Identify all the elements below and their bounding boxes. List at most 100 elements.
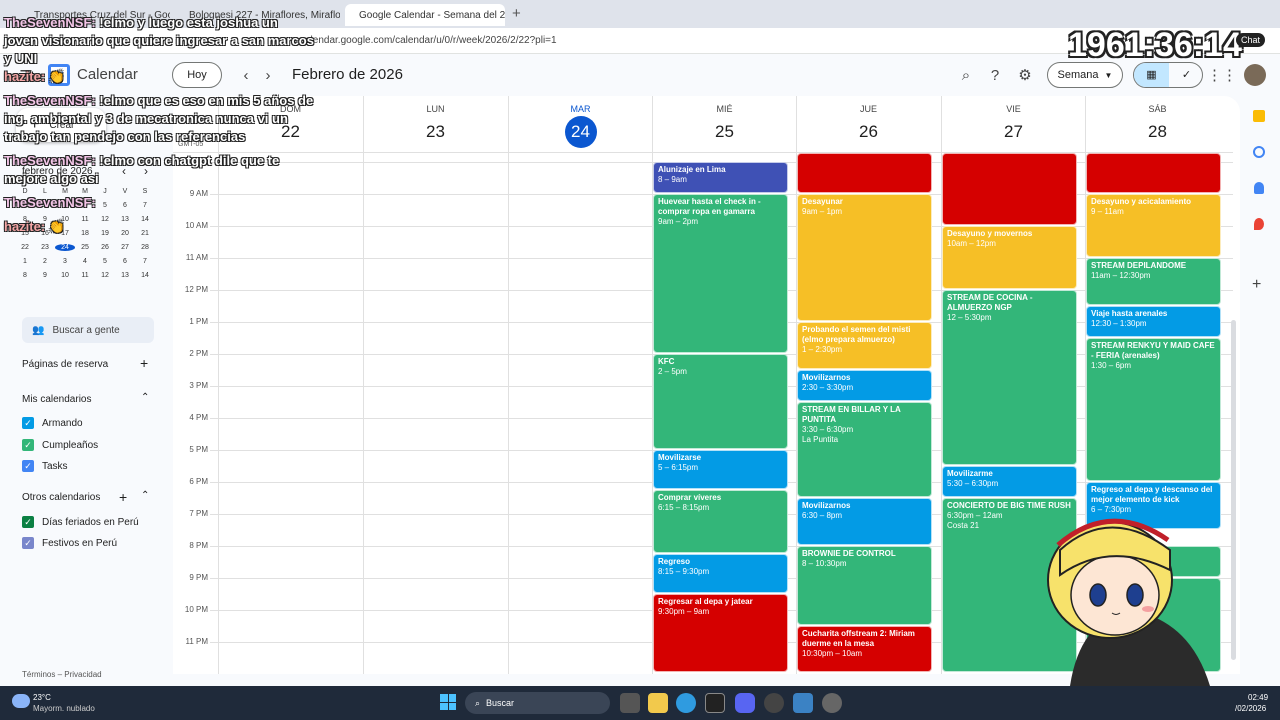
calendar-item-festivos[interactable]: ✓ Festivos en Perú xyxy=(22,537,117,549)
calendar-event[interactable]: STREAM DEPILANDOME 11am – 12:30pm xyxy=(1086,258,1221,305)
edge-icon[interactable] xyxy=(676,693,696,713)
calendar-item-tasks[interactable]: ✓ Tasks xyxy=(22,460,68,472)
calendar-event[interactable]: Viaje hasta arenales 12:30 – 1:30pm xyxy=(1086,306,1221,337)
mini-day[interactable]: 14 xyxy=(135,272,155,279)
calendar-tasks-toggle[interactable]: ▦ ✓ xyxy=(1133,62,1203,88)
chevron-up-icon[interactable]: ⌃ xyxy=(141,490,149,501)
url-text[interactable]: calendar.google.com/calendar/u/0/r/week/… xyxy=(300,35,557,46)
calendar-event[interactable]: Alunizaje en Lima 8 – 9am xyxy=(653,162,788,193)
view-selector[interactable]: Semana ▼ xyxy=(1047,62,1123,88)
mini-day[interactable]: 23 xyxy=(35,244,55,251)
mini-day[interactable]: 28 xyxy=(135,244,155,251)
mini-day[interactable]: 8 xyxy=(15,272,35,279)
add-addon-icon[interactable]: + xyxy=(1252,276,1261,294)
clock-date[interactable]: /02/2026 xyxy=(1235,704,1266,713)
mini-day[interactable]: 10 xyxy=(55,272,75,279)
keep-icon[interactable] xyxy=(1253,110,1265,122)
tasks-view-icon[interactable]: ✓ xyxy=(1169,63,1202,87)
weather-desc[interactable]: Mayorm. nublado xyxy=(33,704,95,713)
apps-grid-icon[interactable]: ⋮⋮ xyxy=(1207,63,1237,87)
add-calendar-icon[interactable]: + xyxy=(119,489,127,505)
photos-icon[interactable] xyxy=(793,693,813,713)
checkbox-icon[interactable]: ✓ xyxy=(22,460,34,472)
file-explorer-icon[interactable] xyxy=(648,693,668,713)
day-number[interactable]: 27 xyxy=(998,116,1030,148)
clock-time[interactable]: 02:49 xyxy=(1248,693,1268,702)
chevron-up-icon[interactable]: ⌃ xyxy=(141,392,149,403)
calendar-item-armando[interactable]: ✓ Armando xyxy=(22,417,83,429)
scrollbar[interactable] xyxy=(1231,320,1236,660)
settings-gear-icon[interactable]: ⚙ xyxy=(1013,63,1037,87)
mini-day[interactable]: 24 xyxy=(55,244,75,251)
day-number[interactable]: 23 xyxy=(420,116,452,148)
calendar-event[interactable]: STREAM DE COCINA - ALMUERZO NGP 12 – 5:30… xyxy=(942,290,1077,465)
calendar-event[interactable]: Movilizarnos 2:30 – 3:30pm xyxy=(797,370,932,401)
calendar-event[interactable]: Movilizarnos 6:30 – 8pm xyxy=(797,498,932,545)
calendar-event[interactable]: Probando el semen del misti (elmo prepar… xyxy=(797,322,932,369)
calendar-event[interactable]: Regreso 8:15 – 9:30pm xyxy=(653,554,788,593)
task-view-icon[interactable] xyxy=(620,693,640,713)
mini-day[interactable]: 26 xyxy=(95,244,115,251)
calendar-event[interactable]: Movilizarme 5:30 – 6:30pm xyxy=(942,466,1077,497)
calendar-event[interactable] xyxy=(1086,153,1221,193)
calendar-event[interactable]: BROWNIE DE CONTROL 8 – 10:30pm xyxy=(797,546,932,625)
mini-day[interactable]: 1 xyxy=(15,258,35,265)
help-icon[interactable]: ? xyxy=(983,63,1007,87)
mini-day[interactable]: 5 xyxy=(95,258,115,265)
chat-button[interactable]: Chat xyxy=(1236,33,1266,47)
calendar-event[interactable]: Huevear hasta el check in - comprar ropa… xyxy=(653,194,788,353)
calendar-event[interactable]: STREAM RENKYU Y MAID CAFE - FERIA (arena… xyxy=(1086,338,1221,481)
mini-day[interactable]: 9 xyxy=(35,272,55,279)
contacts-icon[interactable] xyxy=(1254,182,1264,194)
checkbox-icon[interactable]: ✓ xyxy=(22,537,34,549)
add-booking-page-icon[interactable]: + xyxy=(140,355,148,371)
start-icon[interactable] xyxy=(440,694,456,710)
calendar-event[interactable]: STREAM EN BILLAR Y LA PUNTITA 3:30 – 6:30… xyxy=(797,402,932,497)
day-number[interactable]: 25 xyxy=(709,116,741,148)
calendar-event[interactable]: Cucharita offstream 2: Miriam duerme en … xyxy=(797,626,932,672)
calendar-event[interactable]: Comprar víveres 6:15 – 8:15pm xyxy=(653,490,788,553)
calendar-event[interactable]: Regresar al depa y jatear 9:30pm – 9am xyxy=(653,594,788,672)
search-icon[interactable]: ⌕ xyxy=(954,63,978,87)
mini-day[interactable]: 12 xyxy=(95,272,115,279)
calendar-item-feriados[interactable]: ✓ Días feriados en Perú xyxy=(22,516,139,528)
capcut-icon[interactable] xyxy=(705,693,725,713)
mini-day[interactable]: 27 xyxy=(115,244,135,251)
other-calendars-title[interactable]: Otros calendarios xyxy=(22,492,100,503)
calendar-event[interactable]: Desayunar 9am – 1pm xyxy=(797,194,932,321)
calendar-view-icon[interactable]: ▦ xyxy=(1134,63,1169,87)
checkbox-icon[interactable]: ✓ xyxy=(22,417,34,429)
weather-icon[interactable] xyxy=(12,694,30,708)
mini-day[interactable]: 22 xyxy=(15,244,35,251)
checkbox-icon[interactable]: ✓ xyxy=(22,439,34,451)
day-number[interactable]: 28 xyxy=(1142,116,1174,148)
checkbox-icon[interactable]: ✓ xyxy=(22,516,34,528)
mini-day[interactable]: 3 xyxy=(55,258,75,265)
mini-day[interactable]: 25 xyxy=(75,244,95,251)
tasks-icon[interactable] xyxy=(1253,146,1265,158)
terms-privacy-link[interactable]: Términos – Privacidad xyxy=(22,670,102,679)
mini-day[interactable]: 2 xyxy=(35,258,55,265)
weather-temp[interactable]: 23°C xyxy=(33,693,51,702)
mini-day[interactable]: 7 xyxy=(135,258,155,265)
calendar-event[interactable]: Desayuno y movernos 10am – 12pm xyxy=(942,226,1077,289)
settings-gear-icon[interactable] xyxy=(822,693,842,713)
mini-day[interactable]: 6 xyxy=(115,258,135,265)
day-number[interactable]: 26 xyxy=(853,116,885,148)
mini-day[interactable]: 13 xyxy=(115,272,135,279)
tab-google-calendar[interactable]: Google Calendar - Semana del 22✕ xyxy=(345,4,505,26)
calendar-event[interactable] xyxy=(797,153,932,193)
maps-icon[interactable] xyxy=(1254,218,1264,230)
mini-day[interactable]: 11 xyxy=(75,272,95,279)
obs-icon[interactable] xyxy=(764,693,784,713)
search-people-input[interactable]: 👥 Buscar a gente xyxy=(22,317,154,343)
avatar[interactable] xyxy=(1244,64,1266,86)
calendar-item-cumpleanos[interactable]: ✓ Cumpleaños xyxy=(22,439,98,451)
calendar-event[interactable]: Desayuno y acicalamiento 9 – 11am xyxy=(1086,194,1221,257)
calendar-event[interactable]: KFC 2 – 5pm xyxy=(653,354,788,449)
calendar-event[interactable] xyxy=(942,153,1077,225)
my-calendars-title[interactable]: Mis calendarios xyxy=(22,394,91,405)
discord-icon[interactable] xyxy=(735,693,755,713)
taskbar-search[interactable]: ⌕ Buscar xyxy=(465,692,610,714)
mini-day[interactable]: 4 xyxy=(75,258,95,265)
